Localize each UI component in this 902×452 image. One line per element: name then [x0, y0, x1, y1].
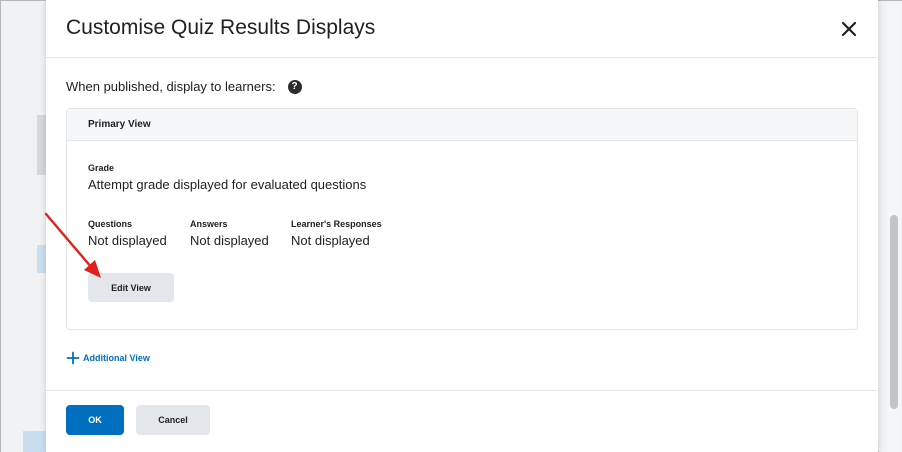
close-icon [841, 21, 857, 37]
dialog-header: Customise Quiz Results Displays [46, 0, 878, 58]
page-scrollbar-thumb[interactable] [890, 215, 898, 409]
learner-responses-label: Learner's Responses [291, 219, 382, 229]
dialog-footer: OK Cancel [46, 390, 878, 452]
primary-view-header: Primary View [67, 109, 857, 141]
additional-view-button[interactable]: Additional View [66, 351, 150, 365]
close-button[interactable] [836, 16, 862, 42]
additional-view-label: Additional View [83, 353, 150, 363]
cancel-button[interactable]: Cancel [136, 405, 210, 435]
learner-responses-value: Not displayed [291, 233, 370, 248]
edit-view-button[interactable]: Edit View [88, 273, 174, 302]
ok-button[interactable]: OK [66, 405, 124, 435]
display-intro: When published, display to learners: ? [66, 79, 302, 94]
grade-value: Attempt grade displayed for evaluated qu… [88, 177, 367, 192]
answers-value: Not displayed [190, 233, 269, 248]
dialog-title: Customise Quiz Results Displays [66, 16, 376, 39]
customise-results-dialog: Customise Quiz Results Displays When pub… [46, 0, 878, 452]
display-intro-text: When published, display to learners: [66, 79, 276, 94]
questions-value: Not displayed [88, 233, 167, 248]
answers-label: Answers [190, 219, 228, 229]
grade-label: Grade [88, 163, 115, 173]
plus-icon [66, 351, 80, 365]
background-left-panel [1, 1, 47, 452]
primary-view-card: Primary View Grade Attempt grade display… [66, 108, 858, 330]
question-circle-icon[interactable]: ? [287, 79, 302, 94]
questions-label: Questions [88, 219, 133, 229]
